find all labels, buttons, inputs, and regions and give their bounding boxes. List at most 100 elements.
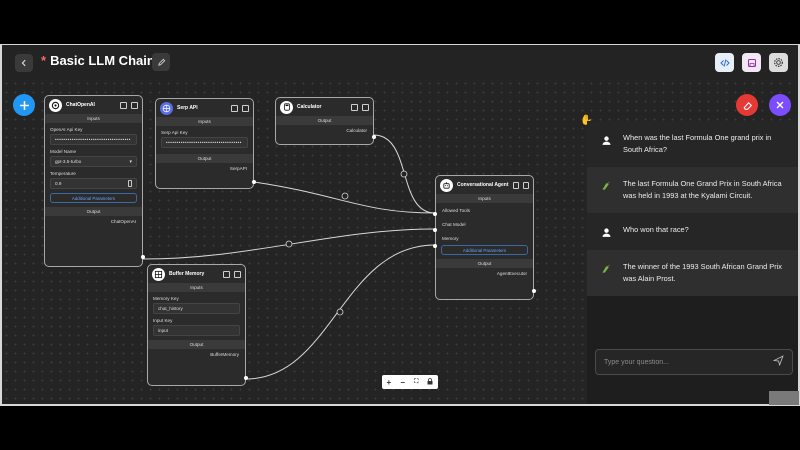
duplicate-icon[interactable] [120, 101, 127, 109]
memory-anchor: Memory [442, 236, 459, 241]
delete-icon[interactable] [234, 270, 241, 278]
inputs-section-label: Inputs [148, 283, 245, 292]
chat-model-anchor: Chat Model [442, 222, 466, 227]
node-header: ChatOpenAI [45, 96, 142, 114]
node-header: Conversational Agent [436, 176, 533, 194]
back-button[interactable] [15, 54, 33, 72]
save-button[interactable] [742, 53, 761, 72]
api-key-label: OpenAI Api Key [50, 127, 83, 132]
additional-parameters-button[interactable]: Additional Parameters [441, 245, 528, 255]
output-anchor-label: AgentExecutor [496, 271, 527, 276]
node-conversational-agent[interactable]: Conversational Agent Inputs Allowed Tool… [433, 175, 536, 300]
chevron-left-icon [21, 59, 26, 67]
chat-message-bot: The winner of the 1993 South African Gra… [587, 250, 798, 296]
send-button[interactable] [772, 353, 784, 371]
temperature-input[interactable]: 0.9 [50, 178, 137, 189]
message-text: When was the last Formula One grand prix… [623, 133, 772, 154]
pencil-icon [157, 58, 165, 66]
output-handle[interactable] [141, 255, 145, 259]
memory-key-label: Memory Key [153, 296, 179, 301]
fit-view-button[interactable]: ⛶ [414, 379, 418, 386]
eraser-icon [743, 101, 752, 110]
node-serpapi[interactable]: Serp API Inputs Serp Api Key •••••••••••… [155, 98, 256, 189]
serp-api-key-input[interactable]: •••••••••••••••••••••••••••••••••••• [161, 137, 248, 148]
unsaved-marker: * [41, 53, 47, 68]
bot-parrot-icon [599, 262, 613, 276]
user-avatar-icon [599, 225, 613, 239]
inputs-section-label: Inputs [156, 117, 253, 126]
output-section-label: Output [156, 154, 253, 163]
output-section-label: Output [148, 340, 245, 349]
code-button[interactable] [715, 53, 734, 72]
chat-message-user: Who won that race? [587, 213, 798, 250]
chat-model-handle[interactable] [433, 228, 437, 232]
settings-button[interactable] [769, 53, 788, 72]
memory-key-input[interactable]: chat_history [153, 303, 240, 314]
delete-icon[interactable] [131, 101, 138, 109]
node-title: ChatOpenAI [66, 102, 95, 108]
temperature-label: Temperature [50, 171, 76, 176]
delete-icon[interactable] [242, 104, 249, 112]
output-handle[interactable] [244, 376, 248, 380]
node-title: Serp API [177, 105, 198, 111]
allowed-tools-handle[interactable] [433, 212, 437, 216]
node-header: Calculator [276, 98, 373, 116]
code-icon [719, 58, 730, 67]
output-section-label: Output [436, 259, 533, 268]
node-title: Buffer Memory [169, 271, 205, 277]
edit-title-button[interactable] [152, 53, 170, 71]
output-anchor-label: Calculator [346, 128, 367, 133]
delete-icon[interactable] [522, 181, 529, 189]
model-name-select[interactable]: gpt-3.5-turbo ▾ [50, 156, 137, 167]
message-text: Who won that race? [623, 225, 689, 234]
lock-icon [427, 377, 433, 384]
close-icon [776, 101, 784, 109]
message-text: The winner of the 1993 South African Gra… [623, 262, 782, 283]
user-avatar-icon [599, 133, 613, 147]
plus-icon [19, 100, 29, 110]
page-title: * Basic LLM Chain [41, 53, 155, 68]
node-chatopenai[interactable]: ChatOpenAI Inputs OpenAI Api Key •••••••… [44, 95, 145, 267]
output-section-label: Output [276, 116, 373, 125]
calculator-icon [280, 100, 293, 114]
globe-icon [160, 101, 173, 115]
openai-api-key-input[interactable]: •••••••••••••••••••••••••••••••••••• [50, 134, 137, 145]
api-key-label: Serp Api Key [161, 130, 188, 135]
node-calculator[interactable]: Calculator Output Calculator [275, 97, 376, 145]
header-bar: * Basic LLM Chain [2, 45, 798, 79]
additional-parameters-button[interactable]: Additional Parameters [50, 193, 137, 203]
app-window: * Basic LLM Chain ChatOpenAI Inputs Open… [0, 44, 800, 406]
output-section-label: Output [45, 207, 142, 216]
output-anchor-label: ChatOpenAI [110, 219, 136, 224]
close-chat-button[interactable] [769, 94, 791, 116]
node-title: Calculator [297, 104, 322, 110]
duplicate-icon[interactable] [231, 104, 238, 112]
chat-input-box [595, 349, 793, 375]
stepper-icon[interactable] [128, 180, 132, 187]
add-node-button[interactable] [13, 94, 35, 116]
inputs-section-label: Inputs [436, 194, 533, 203]
zoom-in-button[interactable]: + [387, 378, 392, 387]
zoom-out-button[interactable]: − [400, 378, 405, 387]
window-corner-block [769, 391, 799, 405]
memory-grid-icon [152, 267, 165, 281]
output-handle[interactable] [252, 180, 256, 184]
node-buffer-memory[interactable]: Buffer Memory Inputs Memory Key chat_his… [147, 264, 248, 386]
duplicate-icon[interactable] [223, 270, 230, 278]
delete-icon[interactable] [362, 103, 369, 111]
output-handle[interactable] [532, 289, 536, 293]
clear-chat-button[interactable] [736, 94, 758, 116]
model-name-label: Model Name [50, 149, 77, 154]
input-key-input[interactable]: input [153, 325, 240, 336]
allowed-tools-anchor: Allowed Tools [442, 208, 471, 213]
bot-parrot-icon [599, 179, 613, 193]
output-handle[interactable] [372, 135, 376, 139]
chat-question-input[interactable] [604, 358, 773, 366]
output-anchor-label: BufferMemory [210, 352, 239, 357]
duplicate-icon[interactable] [351, 103, 358, 111]
gear-icon [774, 58, 783, 67]
lock-button[interactable] [427, 377, 433, 387]
duplicate-icon[interactable] [512, 181, 519, 189]
node-header: Buffer Memory [148, 265, 245, 283]
memory-handle[interactable] [433, 244, 437, 248]
